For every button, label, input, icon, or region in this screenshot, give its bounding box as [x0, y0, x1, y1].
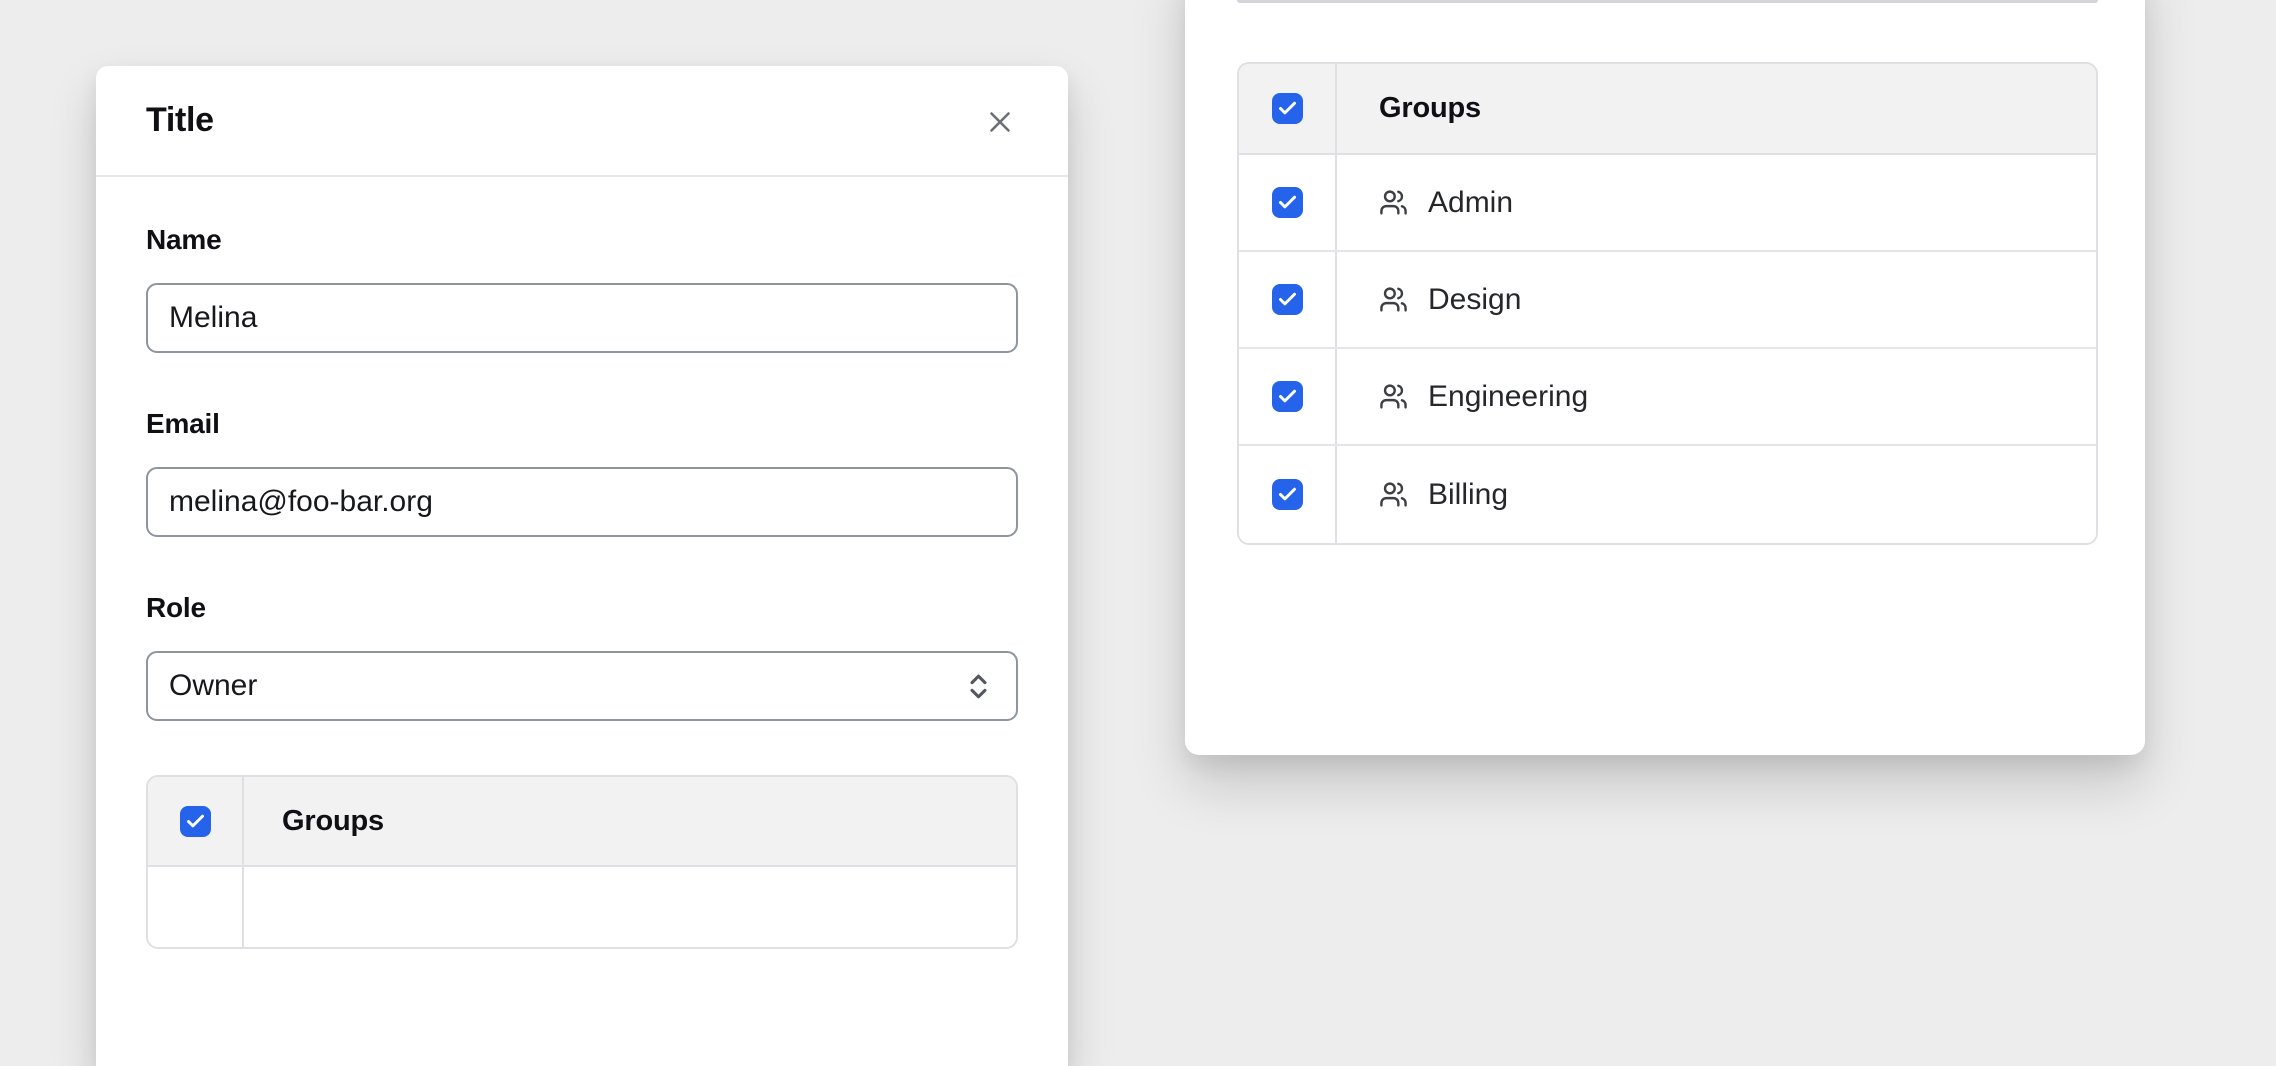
row-checkbox[interactable]: [1272, 187, 1303, 218]
groups-table-large: Groups Admin: [1237, 62, 2098, 545]
groups-table-header-row: Groups: [148, 777, 1016, 867]
select-all-cell: [1239, 64, 1337, 153]
role-field-group: Role Owner: [146, 591, 1018, 721]
check-icon: [1277, 289, 1298, 310]
row-checkbox[interactable]: [1272, 381, 1303, 412]
check-icon: [1277, 484, 1298, 505]
group-row-engineering: Engineering: [1239, 349, 2096, 446]
check-icon: [1277, 192, 1298, 213]
users-icon: [1379, 382, 1408, 411]
name-field-group: Name: [146, 223, 1018, 353]
users-icon: [1379, 188, 1408, 217]
dialog-body: Name Email Role Owner: [96, 177, 1068, 949]
close-button[interactable]: [974, 96, 1026, 148]
group-row-billing: Billing: [1239, 446, 2096, 543]
x-icon: [983, 105, 1017, 139]
users-icon: [1379, 480, 1408, 509]
table-row: [148, 867, 1016, 947]
edit-user-dialog: Title Name Email Role Owner: [96, 66, 1068, 1066]
name-label: Name: [146, 223, 1018, 257]
group-name: Design: [1428, 283, 1521, 317]
groups-table-header-row: Groups: [1239, 64, 2096, 155]
check-icon: [1277, 98, 1298, 119]
role-label: Role: [146, 591, 1018, 625]
select-all-cell: [148, 777, 244, 865]
check-icon: [1277, 386, 1298, 407]
groups-header-label: Groups: [1337, 64, 2096, 153]
name-input[interactable]: [146, 283, 1018, 353]
role-select-value: Owner: [169, 669, 257, 703]
email-input[interactable]: [146, 467, 1018, 537]
row-checkbox[interactable]: [1272, 479, 1303, 510]
chevrons-up-down-icon: [963, 671, 994, 702]
role-select[interactable]: Owner: [146, 651, 1018, 721]
select-all-checkbox[interactable]: [1272, 93, 1303, 124]
group-row-design: Design: [1239, 252, 2096, 349]
row-check-cell: [1239, 155, 1337, 250]
email-label: Email: [146, 407, 1018, 441]
dialog-header: Title: [96, 66, 1068, 177]
group-name: Billing: [1428, 478, 1508, 512]
groups-header-label: Groups: [244, 777, 1016, 865]
users-icon: [1379, 285, 1408, 314]
group-name: Admin: [1428, 186, 1513, 220]
dialog-title: Title: [146, 101, 214, 140]
row-check-cell: [1239, 446, 1337, 543]
groups-detail-panel: Groups Admin: [1185, 0, 2145, 755]
check-icon: [185, 811, 206, 832]
row-check-cell: [1239, 349, 1337, 444]
select-all-checkbox[interactable]: [180, 806, 211, 837]
email-field-group: Email: [146, 407, 1018, 537]
cropped-select-edge: [1237, 0, 2098, 3]
group-name: Engineering: [1428, 380, 1588, 414]
row-checkbox[interactable]: [1272, 284, 1303, 315]
row-check-cell: [1239, 252, 1337, 347]
groups-table: Groups: [146, 775, 1018, 949]
group-row-admin: Admin: [1239, 155, 2096, 252]
